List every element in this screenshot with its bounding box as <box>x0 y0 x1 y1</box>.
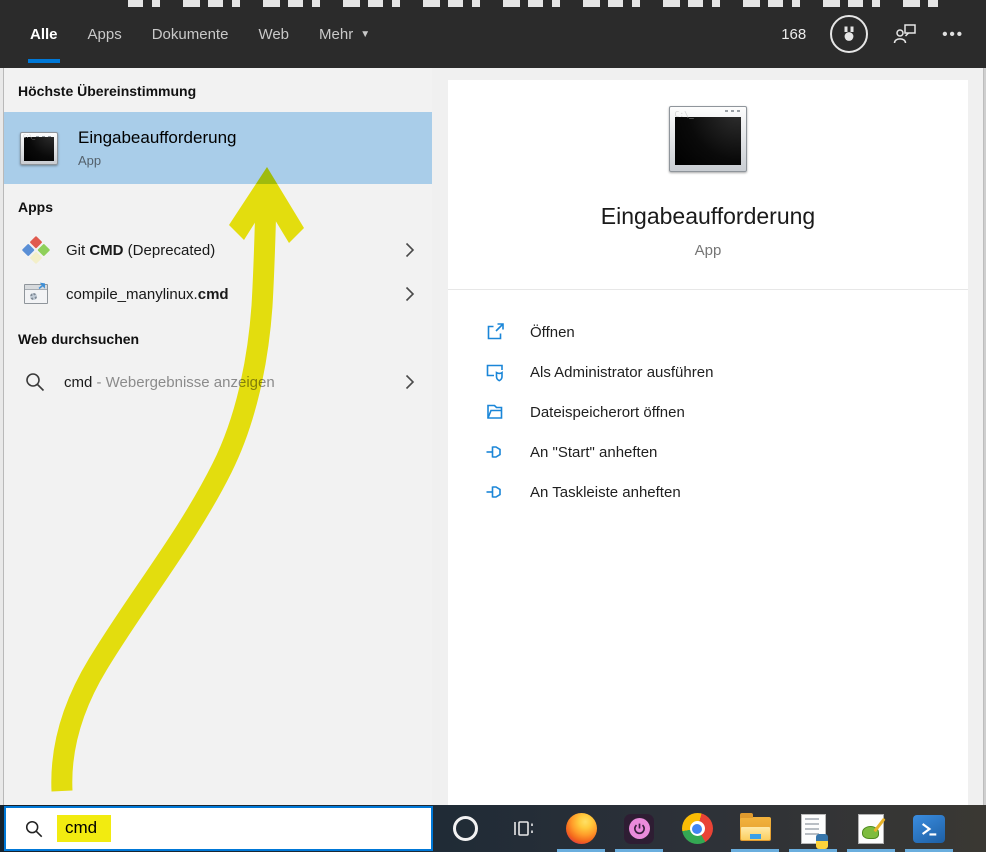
search-icon <box>26 373 45 392</box>
tab-label: Apps <box>87 25 122 43</box>
web-section-header: Web durchsuchen <box>18 331 140 347</box>
result-web-search-cmd[interactable]: cmd - Webergebnisse anzeigen <box>4 360 432 404</box>
chevron-right-icon[interactable] <box>404 286 416 302</box>
result-compile-manylinux-cmd[interactable]: compile_manylinux.cmd <box>4 272 432 316</box>
context-actions: Öffnen Als Administrator ausführen Datei… <box>448 290 968 512</box>
preview-subtitle: App <box>694 242 722 259</box>
result-label: compile_manylinux.cmd <box>66 285 229 303</box>
search-icon <box>25 820 43 837</box>
notepad-plus-plus-icon <box>858 813 886 844</box>
notepad-plus-plus-button[interactable] <box>842 805 900 852</box>
chrome-button[interactable] <box>668 805 726 852</box>
powershell-button[interactable] <box>900 805 958 852</box>
tab-label: Dokumente <box>151 25 229 43</box>
rewards-count: 168 <box>781 25 807 43</box>
tab-dokumente[interactable]: Dokumente <box>152 0 229 68</box>
filter-tabs: Alle Apps Dokumente Web Mehr ▼ <box>28 0 370 68</box>
rewards-medal-icon[interactable] <box>830 15 869 53</box>
open-icon <box>487 323 504 340</box>
tab-apps[interactable]: Apps <box>88 0 122 68</box>
task-view-icon <box>514 820 533 836</box>
search-results-area: Höchste Übereinstimmung C:\_ Eingabeauff… <box>0 68 986 805</box>
file-explorer-button[interactable] <box>726 805 784 852</box>
tab-label: Web <box>258 25 290 43</box>
file-explorer-icon <box>739 812 771 841</box>
action-label: Dateispeicherort öffnen <box>530 403 685 421</box>
search-query-text: cmd <box>57 815 112 842</box>
chevron-right-icon[interactable] <box>404 374 416 390</box>
cortana-button[interactable] <box>436 805 494 852</box>
more-options-icon[interactable]: ••• <box>942 26 964 43</box>
chevron-down-icon: ▼ <box>360 28 371 40</box>
cmd-file-icon <box>24 284 48 304</box>
cmd-app-icon-large: C:\_ <box>669 106 747 172</box>
action-run-as-administrator[interactable]: Als Administrator ausführen <box>485 352 968 392</box>
preview-panel: C:\_ Eingabeaufforderung App Öffnen Als … <box>432 68 986 805</box>
feedback-icon[interactable] <box>892 22 918 46</box>
python-file-button[interactable] <box>784 805 842 852</box>
result-git-cmd[interactable]: Git CMD (Deprecated) <box>4 228 432 272</box>
firefox-icon <box>565 813 597 844</box>
header-actions: 168 ••• <box>781 0 964 68</box>
power-app-icon <box>624 813 654 844</box>
powershell-icon <box>913 814 945 843</box>
action-open-file-location[interactable]: Dateispeicherort öffnen <box>485 392 968 432</box>
apps-section-header: Apps <box>18 199 53 215</box>
background-window-sliver <box>128 0 938 7</box>
taskbar: cmd <box>0 805 986 852</box>
result-title: Eingabeaufforderung <box>78 128 237 147</box>
best-match-header: Höchste Übereinstimmung <box>18 83 197 99</box>
result-label: Git CMD (Deprecated) <box>66 241 216 259</box>
chrome-icon <box>681 813 713 844</box>
firefox-button[interactable] <box>552 805 610 852</box>
pin-icon <box>486 486 501 498</box>
action-pin-to-taskbar[interactable]: An Taskleiste anheften <box>485 472 968 512</box>
medal-icon <box>844 26 854 41</box>
git-cmd-icon <box>21 235 51 265</box>
admin-shield-icon <box>486 364 503 382</box>
taskbar-icons <box>436 805 982 852</box>
result-label: cmd - Webergebnisse anzeigen <box>64 373 275 391</box>
preview-card: C:\_ Eingabeaufforderung App Öffnen Als … <box>448 80 968 805</box>
action-label: An "Start" anheften <box>530 443 658 461</box>
action-label: An Taskleiste anheften <box>530 483 681 501</box>
action-label: Öffnen <box>530 323 575 341</box>
power-app-button[interactable] <box>610 805 668 852</box>
taskbar-search-input[interactable]: cmd <box>4 806 433 851</box>
windows-search-flyout: Alle Apps Dokumente Web Mehr ▼ 168 ••• H… <box>0 0 986 852</box>
tab-web[interactable]: Web <box>258 0 289 68</box>
search-filter-bar: Alle Apps Dokumente Web Mehr ▼ 168 ••• <box>0 0 986 68</box>
cortana-icon <box>452 816 478 841</box>
result-best-match-cmd[interactable]: C:\_ Eingabeaufforderung App <box>4 112 432 184</box>
cmd-app-icon: C:\_ <box>20 131 58 165</box>
preview-title: Eingabeaufforderung <box>600 203 816 229</box>
result-subtitle: App <box>78 153 102 168</box>
chevron-right-icon[interactable] <box>404 242 416 258</box>
tab-mehr[interactable]: Mehr ▼ <box>319 0 370 68</box>
tab-alle[interactable]: Alle <box>28 0 60 68</box>
pin-icon <box>486 446 501 458</box>
results-list: Höchste Übereinstimmung C:\_ Eingabeauff… <box>4 68 432 805</box>
action-open[interactable]: Öffnen <box>485 312 968 352</box>
python-file-icon <box>800 813 828 849</box>
action-pin-to-start[interactable]: An "Start" anheften <box>485 432 968 472</box>
tab-label: Alle <box>30 25 58 43</box>
tab-label: Mehr <box>319 25 354 43</box>
file-location-icon <box>487 404 503 419</box>
task-view-button[interactable] <box>494 805 552 852</box>
action-label: Als Administrator ausführen <box>530 363 714 381</box>
